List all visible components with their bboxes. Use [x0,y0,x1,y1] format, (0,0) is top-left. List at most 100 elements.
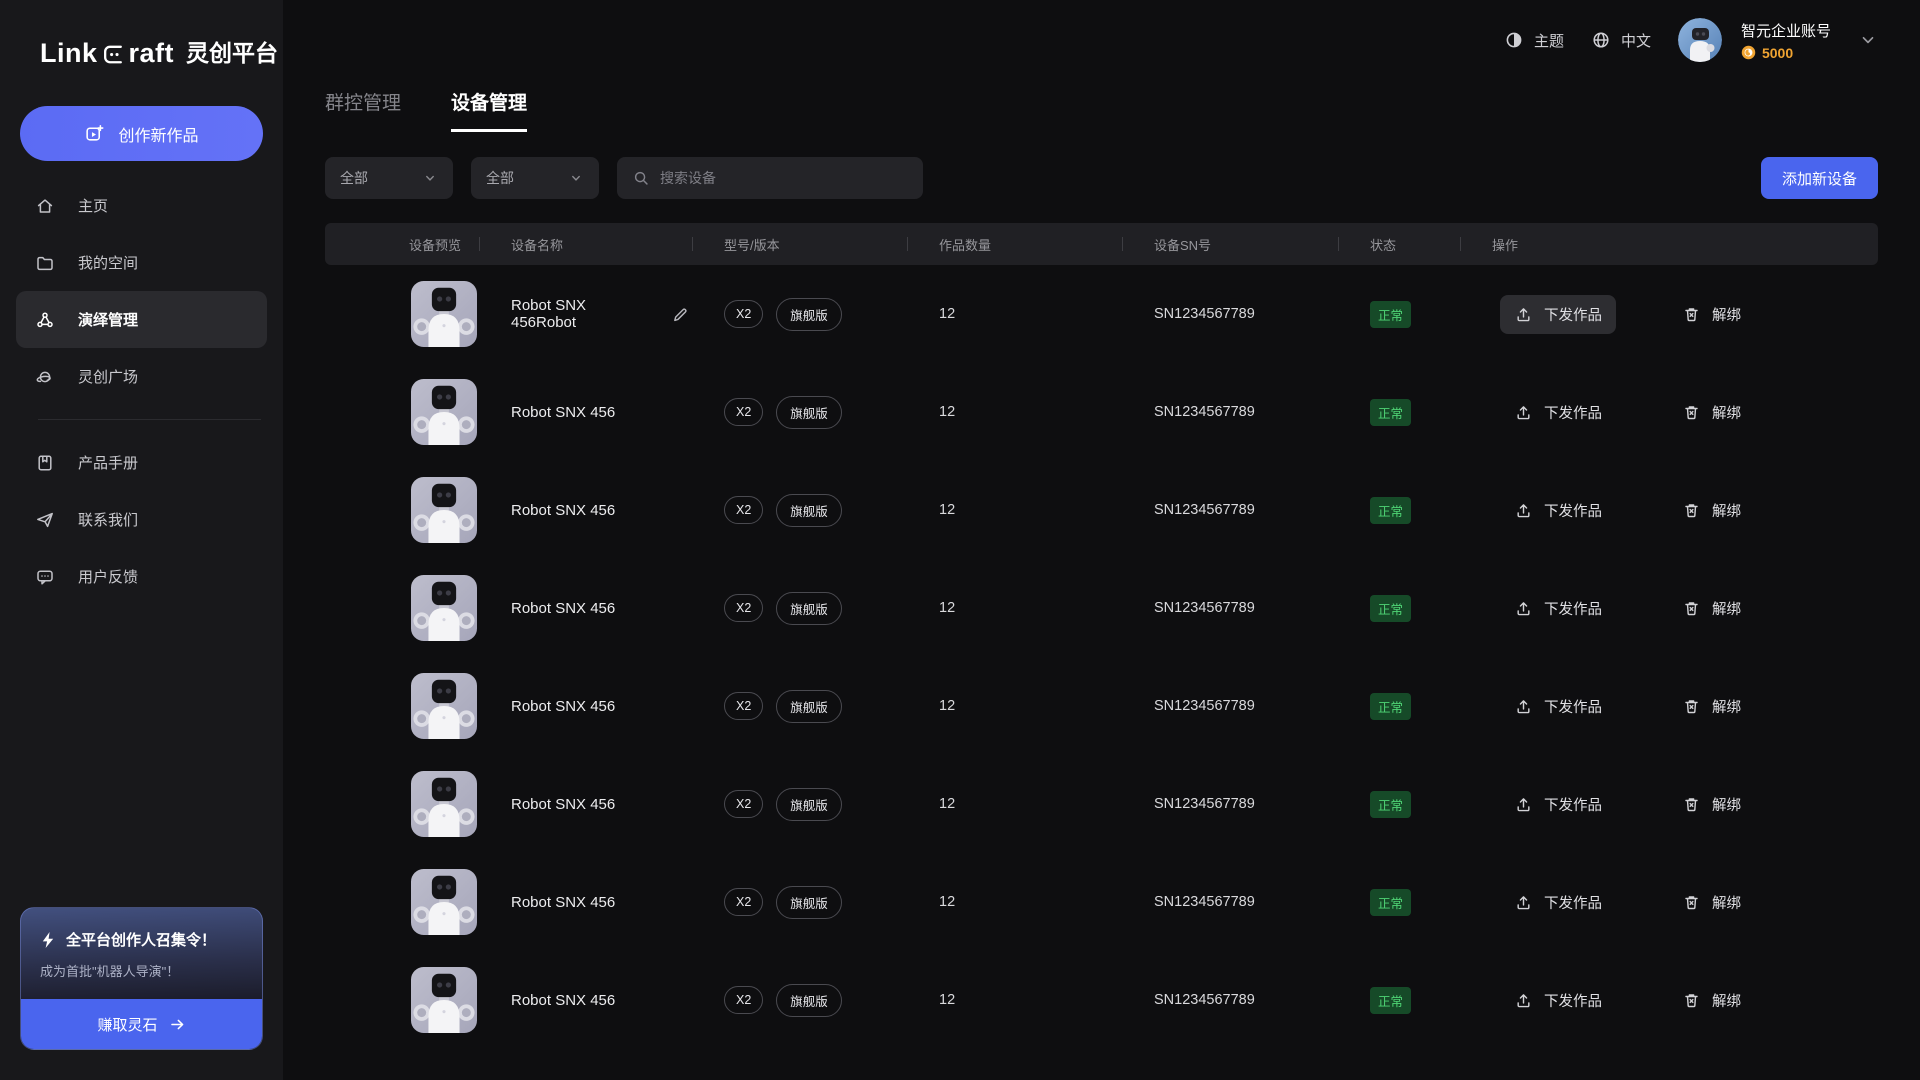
device-thumbnail [411,771,477,837]
works-count: 12 [939,894,955,910]
device-thumbnail [411,281,477,347]
unbind-button[interactable]: 解绑 [1668,295,1755,334]
device-sn: SN1234567789 [1154,306,1255,322]
version-badge: 旗舰版 [776,298,842,331]
column-header: 操作 [1460,235,1878,254]
model-badge: X2 [724,398,763,426]
table-row: Robot SNX 456 X2 旗舰版 12 SN1234567789 正常 … [325,853,1878,951]
tab-device-management[interactable]: 设备管理 [451,88,527,132]
model-badge: X2 [724,300,763,328]
sidebar-item-performance-management[interactable]: 演绎管理 [16,291,267,348]
sidebar-item-home[interactable]: 主页 [16,177,267,234]
unbind-button[interactable]: 解绑 [1668,883,1755,922]
topbar: 主题 中文 [325,0,1878,80]
deploy-work-label: 下发作品 [1544,598,1602,619]
filter-select-status-value: 全部 [486,168,514,188]
upload-icon [1514,795,1533,814]
status-badge: 正常 [1370,987,1411,1014]
unbind-button[interactable]: 解绑 [1668,589,1755,628]
account-info[interactable]: 智元企业账号 5000 [1741,20,1831,61]
device-name: Robot SNX 456 [511,992,615,1009]
account-name: 智元企业账号 [1741,20,1831,41]
filter-select-model[interactable]: 全部 [325,157,453,199]
logo-text-suffix: raft [129,38,175,69]
deploy-work-button[interactable]: 下发作品 [1500,883,1616,922]
column-header: 状态 [1338,235,1460,254]
add-device-button[interactable]: 添加新设备 [1761,157,1878,199]
edit-name-icon[interactable] [669,303,692,326]
table-row: Robot SNX 456 X2 旗舰版 12 SN1234567789 正常 … [325,951,1878,1049]
sidebar-item-contact-us[interactable]: 联系我们 [16,491,267,548]
works-count: 12 [939,796,955,812]
sidebar-item-my-space[interactable]: 我的空间 [16,234,267,291]
send-icon [35,510,55,530]
works-count: 12 [939,502,955,518]
sidebar-item-user-feedback[interactable]: 用户反馈 [16,548,267,605]
avatar[interactable] [1678,18,1722,62]
sidebar-nav: 主页 我的空间 演绎管理 灵创广场 产品手册 联系我们 用户反馈 [0,177,283,605]
unbind-button[interactable]: 解绑 [1668,393,1755,432]
unbind-button[interactable]: 解绑 [1668,687,1755,726]
version-badge: 旗舰版 [776,494,842,527]
unbind-label: 解绑 [1712,892,1741,913]
version-badge: 旗舰版 [776,690,842,723]
table-row: Robot SNX 456 X2 旗舰版 12 SN1234567789 正常 … [325,559,1878,657]
deploy-work-button[interactable]: 下发作品 [1500,393,1616,432]
deploy-work-button[interactable]: 下发作品 [1500,785,1616,824]
deploy-work-button[interactable]: 下发作品 [1500,295,1616,334]
version-badge: 旗舰版 [776,788,842,821]
device-name: Robot SNX 456 [511,698,615,715]
create-new-work-button[interactable]: 创作新作品 [20,106,263,161]
deploy-work-label: 下发作品 [1544,304,1602,325]
create-new-work-label: 创作新作品 [118,122,198,146]
filter-select-status[interactable]: 全部 [471,157,599,199]
device-name: Robot SNX 456 [511,404,615,421]
model-badge: X2 [724,986,763,1014]
upload-icon [1514,305,1533,324]
promo-title: 全平台创作人召集令！ [66,929,216,950]
unbind-label: 解绑 [1712,304,1741,325]
status-badge: 正常 [1370,889,1411,916]
create-work-icon [84,123,105,144]
deploy-work-button[interactable]: 下发作品 [1500,589,1616,628]
device-name: Robot SNX 456 [511,894,615,911]
status-badge: 正常 [1370,497,1411,524]
search-device-input[interactable] [660,170,908,186]
deploy-work-button[interactable]: 下发作品 [1500,687,1616,726]
language-switcher[interactable]: 中文 [1591,30,1651,51]
trash-icon [1682,599,1701,618]
device-sn: SN1234567789 [1154,894,1255,910]
sidebar-item-label: 联系我们 [78,509,138,530]
sidebar-divider [38,419,261,420]
unbind-button[interactable]: 解绑 [1668,785,1755,824]
version-badge: 旗舰版 [776,592,842,625]
sidebar-item-product-manual[interactable]: 产品手册 [16,434,267,491]
model-badge: X2 [724,790,763,818]
deploy-work-button[interactable]: 下发作品 [1500,491,1616,530]
filters-row: 全部 全部 添加新设备 [325,157,1878,199]
unbind-label: 解绑 [1712,598,1741,619]
sidebar-item-creative-plaza[interactable]: 灵创广场 [16,348,267,405]
version-badge: 旗舰版 [776,396,842,429]
theme-toggle[interactable]: 主题 [1504,30,1564,51]
chevron-down-icon [422,170,438,186]
unbind-button[interactable]: 解绑 [1668,491,1755,530]
table-row: Robot SNX 456 X2 旗舰版 12 SN1234567789 正常 … [325,363,1878,461]
account-chevron-icon[interactable] [1858,30,1878,50]
sidebar: Link raft 灵创平台 创作新作品 主页 我的空间 [0,0,283,1080]
earn-gems-button[interactable]: 赚取灵石 [21,999,262,1049]
device-thumbnail [411,575,477,641]
column-header: 设备名称 [479,235,692,254]
model-badge: X2 [724,496,763,524]
device-thumbnail [411,379,477,445]
tab-group-control-management[interactable]: 群控管理 [325,88,401,132]
nodes-icon [35,310,55,330]
unbind-button[interactable]: 解绑 [1668,981,1755,1020]
upload-icon [1514,501,1533,520]
upload-icon [1514,991,1533,1010]
deploy-work-button[interactable]: 下发作品 [1500,981,1616,1020]
unbind-label: 解绑 [1712,500,1741,521]
upload-icon [1514,599,1533,618]
book-icon [35,453,55,473]
earn-gems-label: 赚取灵石 [97,1014,157,1035]
